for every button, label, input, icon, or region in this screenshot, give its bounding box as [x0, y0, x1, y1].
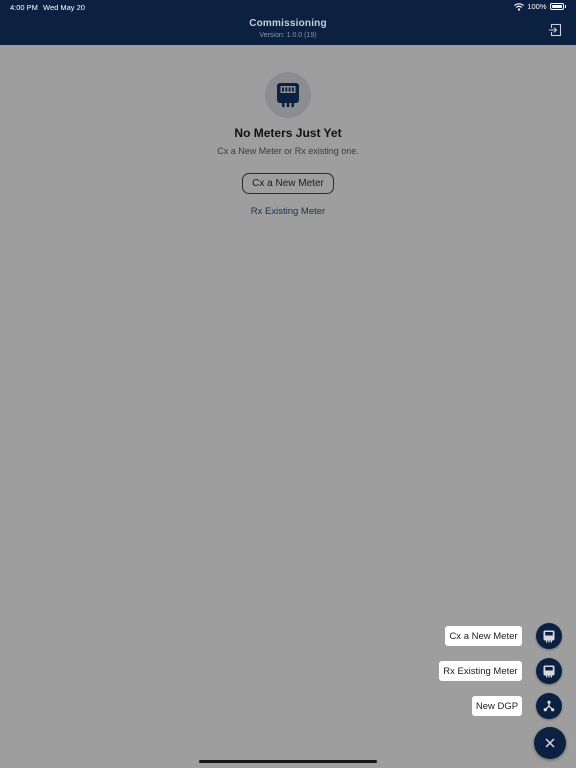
- speed-dial-rx-button[interactable]: [536, 658, 562, 684]
- empty-state-title: No Meters Just Yet: [234, 126, 342, 140]
- empty-state-subtitle: Cx a New Meter or Rx existing one.: [217, 146, 359, 156]
- meter-icon: [277, 83, 299, 107]
- speed-dial-label-rx[interactable]: Rx Existing Meter: [439, 661, 522, 681]
- status-bar: 4:00 PM Wed May 20 100%: [0, 0, 576, 14]
- status-time: 4:00 PM: [10, 3, 38, 12]
- wifi-icon: [514, 2, 525, 11]
- speed-dial-cx-button[interactable]: [536, 623, 562, 649]
- logout-icon[interactable]: [548, 23, 562, 37]
- speed-dial-close-button[interactable]: [534, 727, 566, 759]
- speed-dial-dgp-button[interactable]: [536, 693, 562, 719]
- status-indicators: 100%: [514, 2, 566, 11]
- close-icon: [545, 738, 555, 748]
- speed-dial-label-dgp[interactable]: New DGP: [472, 696, 522, 716]
- status-date: Wed May 20: [43, 3, 85, 12]
- network-icon: [543, 700, 555, 712]
- page-title: Commissioning: [249, 18, 327, 29]
- meter-icon: [543, 630, 555, 642]
- battery-nub: [564, 5, 566, 8]
- meter-icon: [543, 665, 555, 677]
- speed-dial-label-cx[interactable]: Cx a New Meter: [445, 626, 522, 646]
- cx-new-meter-button[interactable]: Cx a New Meter: [242, 173, 334, 194]
- rx-existing-meter-link[interactable]: Rx Existing Meter: [0, 206, 576, 217]
- version-label: Version: 1.0.0 (19): [259, 32, 317, 39]
- app-header: Commissioning Version: 1.0.0 (19): [0, 14, 576, 45]
- home-indicator: [199, 760, 377, 763]
- meter-illustration: [265, 72, 311, 118]
- battery-percent: 100%: [527, 2, 547, 11]
- battery-icon: [549, 3, 564, 10]
